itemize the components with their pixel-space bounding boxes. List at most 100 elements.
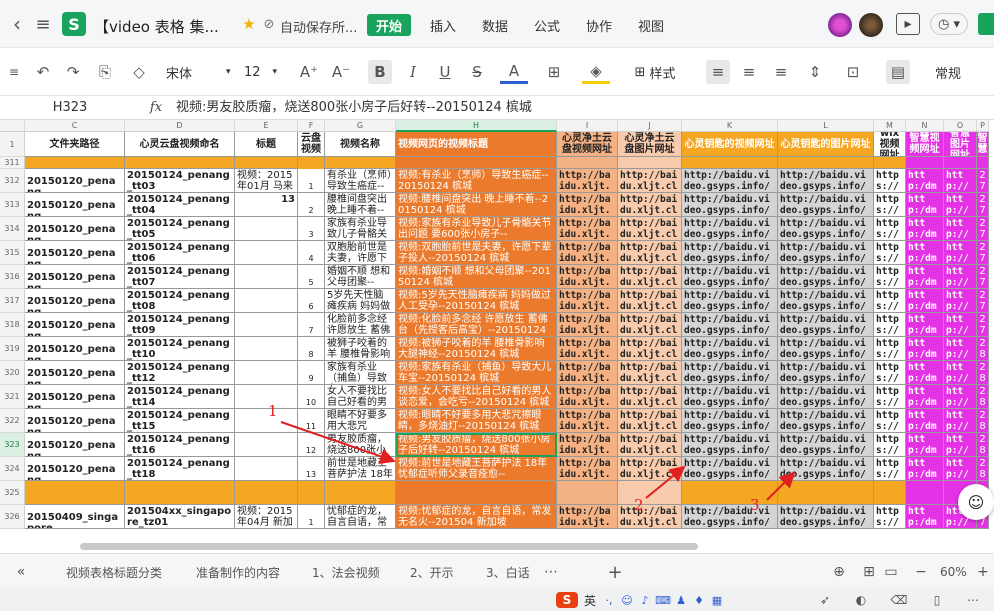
table-cell[interactable]: 20150124_penang_tt10 [125, 337, 235, 361]
table-cell[interactable]: 20150120_penang [25, 361, 125, 385]
function-icon[interactable]: fx [146, 98, 166, 118]
band-cell[interactable] [325, 481, 396, 505]
column-header-g[interactable]: G [325, 120, 396, 132]
table-cell[interactable]: http://rep [944, 193, 977, 217]
table-cell[interactable]: 8 [298, 337, 325, 361]
first-sheet-icon[interactable]: « [10, 561, 32, 583]
table-cell[interactable] [235, 361, 298, 385]
header-cell[interactable]: 视频名称 [325, 132, 396, 157]
border-icon[interactable]: ⊞ [540, 60, 568, 84]
table-cell[interactable] [235, 337, 298, 361]
microphone-icon[interactable]: ♪ [638, 592, 652, 608]
row-header[interactable]: 319 [0, 337, 25, 361]
table-cell[interactable]: 20150120_penang [25, 289, 125, 313]
band-cell[interactable] [125, 481, 235, 505]
band-cell[interactable] [25, 481, 125, 505]
table-cell[interactable]: http://baidu.video.gsyps.info/vid [778, 241, 874, 265]
table-cell[interactable]: 13 [235, 193, 298, 217]
table-cell[interactable]: 视频:眼睛不好要多用大悲咒擦眼睛，多烧油灯--20150124 槟城 [396, 409, 557, 433]
user-icon[interactable]: ♟ [674, 592, 688, 608]
table-cell[interactable]: 20150124_penang_tt12 [125, 361, 235, 385]
table-cell[interactable]: 视频:腰椎间盘突出 晚上睡不着--20150124 槟城 [396, 193, 557, 217]
column-header-k[interactable]: K [682, 120, 778, 132]
band-cell[interactable] [682, 157, 778, 169]
table-cell[interactable]: 28 [977, 361, 989, 385]
table-cell[interactable]: 20150124_penang_tt08 [125, 289, 235, 313]
table-cell[interactable]: http://baidu.video.gsyps.info/vid [778, 337, 874, 361]
ime-toolbar[interactable]: S 英 ·, ☺ ♪ ⌨ ♟ ♦ ▦ [556, 590, 724, 610]
punctuation-icon[interactable]: ·, [602, 592, 616, 608]
table-cell[interactable]: https://vi [874, 505, 906, 529]
table-cell[interactable]: 20150124_penang_tt09 [125, 313, 235, 337]
table-cell[interactable]: 视频:双胞胎前世是夫妻，许愿下辈子投人--20150124 槟城 [396, 241, 557, 265]
table-cell[interactable]: http://baidu.xljt.clou [618, 505, 682, 529]
band-cell[interactable] [396, 481, 557, 505]
table-cell[interactable]: http://baidu.xljt.clou [618, 409, 682, 433]
header-cell[interactable]: 标题 [235, 132, 298, 157]
table-cell[interactable]: http://baidu.video.gsyps.info/vid [778, 313, 874, 337]
column-header-n[interactable]: N [906, 120, 944, 132]
table-cell[interactable]: http://baidu.video.gsyps.info/vid [682, 265, 778, 289]
merge-cells-icon[interactable]: ⊡ [840, 60, 866, 84]
table-cell[interactable]: 20150120_penang [25, 385, 125, 409]
sheet-tab[interactable]: 3、白话 [486, 562, 530, 582]
table-cell[interactable]: http://baidu.xljt.clou [618, 289, 682, 313]
table-cell[interactable]: http://rep [944, 265, 977, 289]
table-cell[interactable]: 视频:化脸前多念经 许愿放生 蓄佛台（先授客后高宝）--20150124 [396, 313, 557, 337]
clear-format-icon[interactable]: ◇ [128, 60, 150, 84]
column-header-d[interactable]: D [125, 120, 235, 132]
align-right-icon[interactable]: ≡ [770, 60, 792, 84]
table-cell[interactable]: http://baidu.video.gsyps.info/vid [682, 385, 778, 409]
column-header-l[interactable]: L [778, 120, 874, 132]
ime-logo-icon[interactable]: S [556, 592, 578, 608]
page-layout-icon[interactable]: ▭ [880, 561, 902, 583]
column-header-o[interactable]: O [944, 120, 977, 132]
table-cell[interactable]: http:/dmp4- [906, 217, 944, 241]
band-cell[interactable] [25, 157, 125, 169]
tab-formula[interactable]: 公式 [525, 14, 569, 36]
table-cell[interactable]: 20150120_penang [25, 265, 125, 289]
band-cell[interactable] [557, 481, 618, 505]
horizontal-scrollbar[interactable] [80, 543, 698, 550]
table-cell[interactable]: https://vi [874, 433, 906, 457]
zoom-in-icon[interactable]: + [972, 561, 994, 583]
table-cell[interactable]: 眼睛不好要多用大悲咒 [325, 409, 396, 433]
column-header-m[interactable]: M [874, 120, 906, 132]
window-icon[interactable]: ▯ [928, 591, 946, 609]
table-cell[interactable]: 201504xx_singapore_tz01 [125, 505, 235, 529]
wrap-text-icon[interactable]: ▤ [886, 60, 910, 84]
table-cell[interactable]: 视频：2015年01月 马来 [235, 169, 298, 193]
document-title[interactable]: 【video 表格 集... [94, 16, 219, 37]
table-cell[interactable]: http://rep [944, 337, 977, 361]
table-cell[interactable]: http://baidu.video.gsyps.info/vid [682, 217, 778, 241]
table-cell[interactable]: http://baidu.xljt.clou [557, 505, 618, 529]
column-header-f[interactable]: F [298, 120, 325, 132]
band-cell[interactable] [778, 157, 874, 169]
header-cell[interactable]: 智慧视频网址 [906, 132, 944, 157]
table-cell[interactable]: 视频:忧郁症的龙，自言自语，常发无名火--201504 新加坡 [396, 505, 557, 529]
table-cell[interactable]: 视频:前世是地藏王菩萨护法 18年忧郁症听师父录音痊愈-- [396, 457, 557, 481]
band-cell[interactable] [618, 481, 682, 505]
table-cell[interactable]: http://baidu.video.gsyps.info/vid [682, 457, 778, 481]
table-cell[interactable]: http://rep [944, 241, 977, 265]
row-header[interactable]: 320 [0, 361, 25, 385]
sheet-tab[interactable]: 1、法会视频 [312, 562, 380, 582]
zoom-out-icon[interactable]: − [910, 561, 932, 583]
column-header-c[interactable]: C [25, 120, 125, 132]
table-cell[interactable]: 20150124_penang_tt07 [125, 265, 235, 289]
band-cell[interactable] [618, 157, 682, 169]
spreadsheet-grid[interactable]: 1 2 3 C D E F G H I J K L M N O P 1 文件夹路径 心灵云盘视频命名 标题 云盘视频… [0, 120, 994, 541]
table-cell[interactable]: 27 [977, 169, 989, 193]
table-cell[interactable]: 5岁先天性脑瘫疾病 妈妈做过 [325, 289, 396, 313]
table-cell[interactable]: http:/dmp4- [906, 457, 944, 481]
table-cell[interactable]: http://baidu.video.gsyps.info/vid [778, 265, 874, 289]
band-cell[interactable] [977, 157, 989, 169]
sheet-tab[interactable]: 视频表格标题分类 [66, 562, 162, 582]
table-cell[interactable]: http://baidu.xljt.clou [618, 457, 682, 481]
row-header[interactable]: 322 [0, 409, 25, 433]
table-cell[interactable]: 腰椎间盘突出晚上睡不着-- [325, 193, 396, 217]
table-cell[interactable] [235, 313, 298, 337]
table-cell[interactable]: http://baidu.video.gsyps.info/vid [778, 385, 874, 409]
table-cell[interactable]: http://baidu.video.gsyps.info/vid [682, 409, 778, 433]
table-cell[interactable]: http://baidu.xljt.clou [618, 193, 682, 217]
